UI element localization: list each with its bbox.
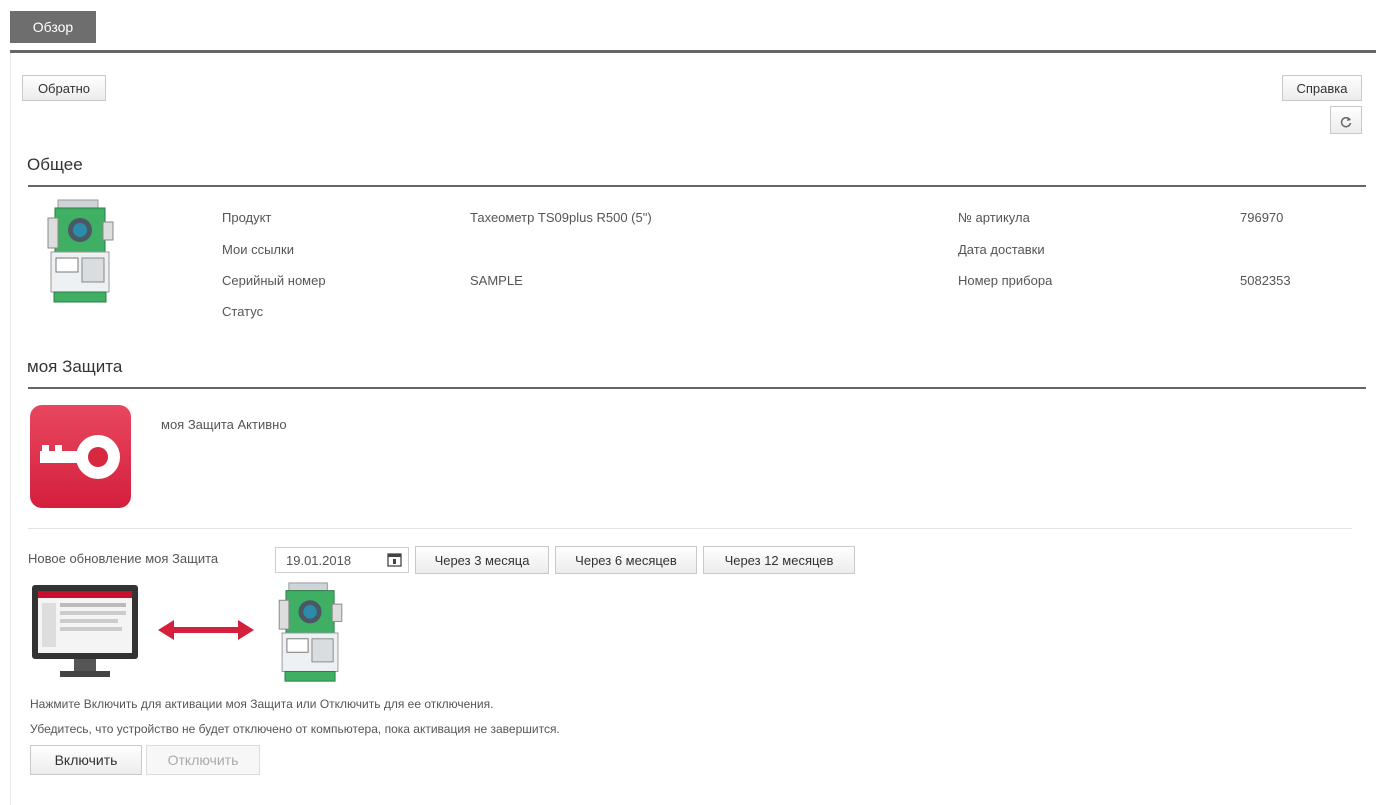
mylinks-label: Мои ссылки	[222, 242, 294, 257]
section-title-general: Общее	[27, 155, 83, 174]
disable-button[interactable]: Отключить	[146, 745, 260, 775]
info-text-1: Нажмите Включить для активации моя Защит…	[30, 697, 494, 711]
delivery-label: Дата доставки	[958, 242, 1045, 257]
date-field[interactable]: 19.01.2018	[275, 547, 409, 573]
total-station-icon	[278, 582, 343, 682]
calendar-icon[interactable]	[387, 552, 402, 567]
serial-label: Серийный номер	[222, 273, 326, 288]
date-value: 19.01.2018	[286, 553, 352, 568]
section-title-protect: моя Защита	[27, 357, 123, 376]
device-value: 5082353	[1240, 273, 1291, 288]
double-arrow-icon	[158, 620, 254, 640]
separator	[28, 528, 1352, 529]
monitor-icon	[32, 585, 138, 677]
total-station-icon	[47, 199, 114, 303]
six-months-button[interactable]: Через 6 месяцев	[555, 546, 697, 574]
twelve-months-button[interactable]: Через 12 месяцев	[703, 546, 855, 574]
product-value: Тахеометр TS09plus R500 (5")	[470, 210, 652, 225]
enable-button[interactable]: Включить	[30, 745, 142, 775]
info-text-2: Убедитесь, что устройство не будет отклю…	[30, 722, 560, 736]
refresh-button[interactable]	[1330, 106, 1362, 134]
three-months-button[interactable]: Через 3 месяца	[415, 546, 549, 574]
article-label: № артикула	[958, 210, 1030, 225]
product-label: Продукт	[222, 210, 272, 225]
refresh-icon	[1340, 116, 1352, 127]
serial-value: SAMPLE	[470, 273, 523, 288]
divider-general	[28, 185, 1366, 187]
key-icon	[30, 405, 131, 508]
help-button[interactable]: Справка	[1282, 75, 1362, 101]
tab-overview[interactable]: Обзор	[10, 11, 96, 43]
panel-border	[10, 53, 11, 805]
update-label: Новое обновление моя Защита	[28, 551, 219, 566]
article-value: 796970	[1240, 210, 1284, 225]
back-button[interactable]: Обратно	[22, 75, 106, 101]
device-label: Номер прибора	[958, 273, 1053, 288]
tab-bar: Обзор	[0, 0, 1376, 54]
status-label: Статус	[222, 304, 264, 319]
protect-status-text: моя Защита Активно	[161, 417, 287, 432]
tab-underline	[10, 50, 1376, 53]
divider-protect	[28, 387, 1366, 389]
